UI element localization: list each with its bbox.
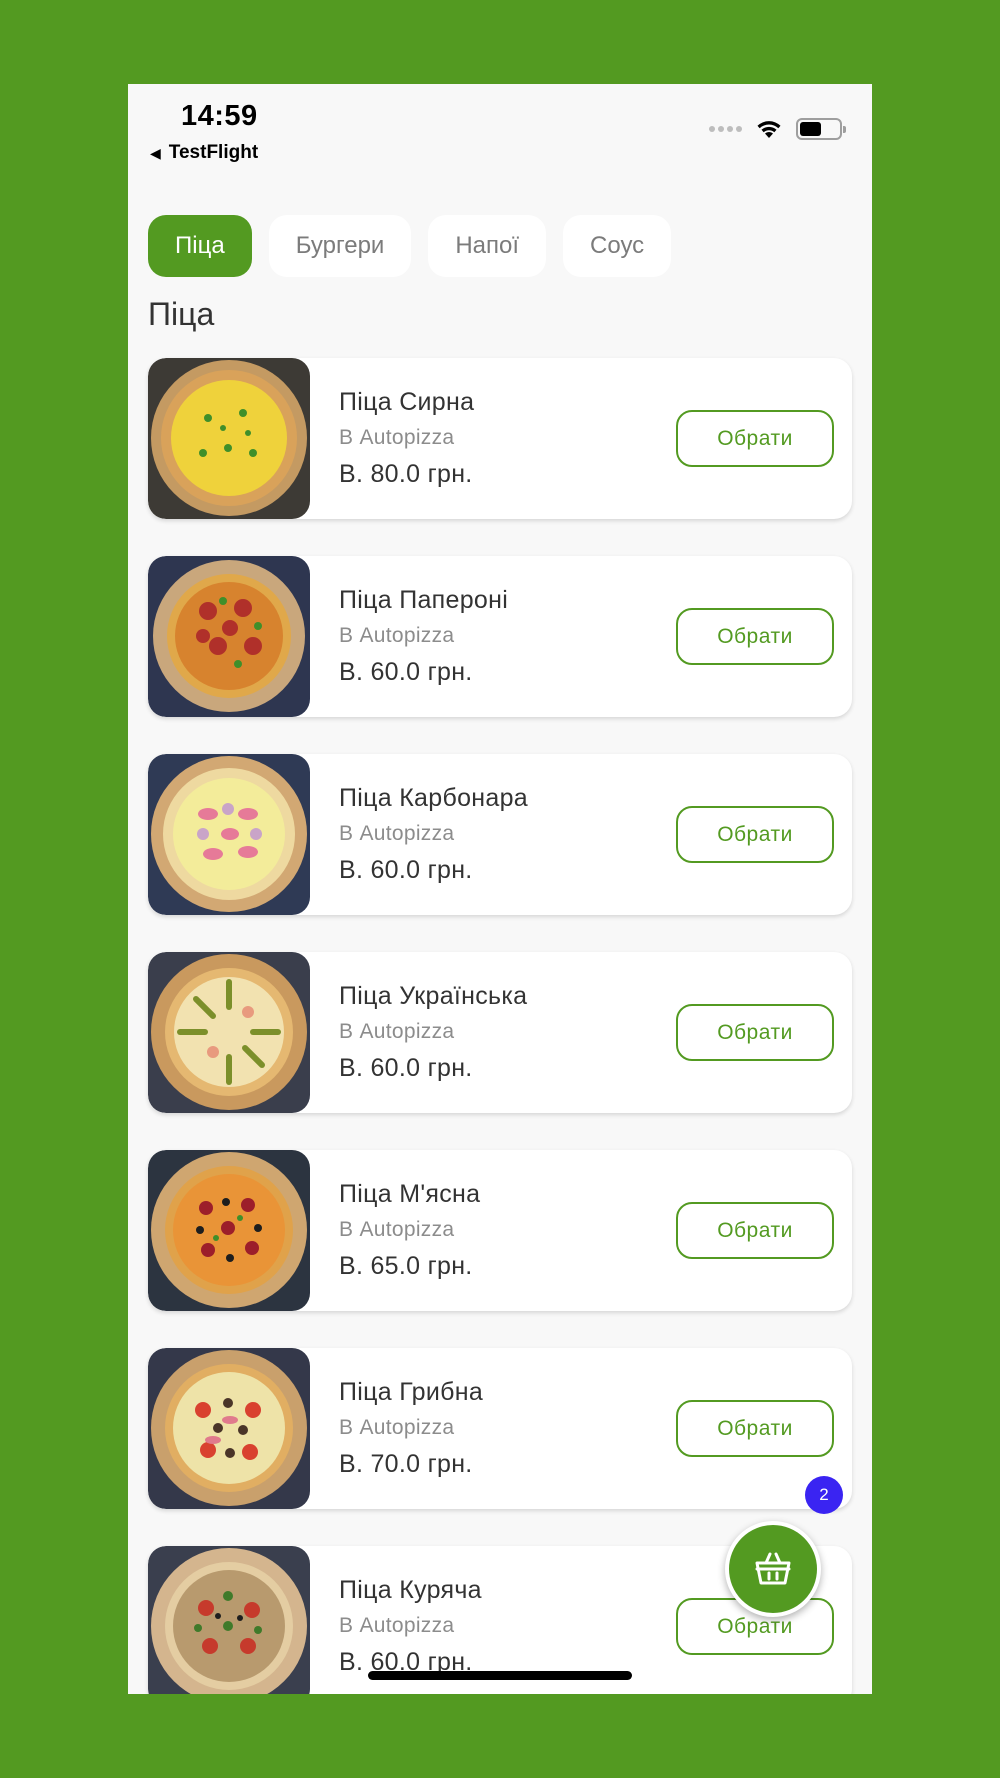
back-arrow-icon: ◀	[150, 144, 161, 161]
product-name: Піца Карбонара	[339, 784, 529, 812]
choose-button[interactable]: Обрати	[676, 410, 834, 467]
product-shop: В Autopizza	[339, 1416, 455, 1439]
product-image	[148, 358, 310, 519]
product-image	[148, 952, 310, 1113]
product-name: Піца Українська	[339, 982, 528, 1010]
product-shop: В Autopizza	[339, 1218, 455, 1241]
category-tabs: Піца Бургери Напої Соус	[148, 215, 672, 277]
cart-button[interactable]	[725, 1521, 821, 1617]
product-name: Піца Куряча	[339, 1576, 482, 1604]
product-name: Піца Сирна	[339, 388, 475, 416]
product-image	[148, 1150, 310, 1311]
basket-icon	[755, 1552, 791, 1585]
tab-drinks[interactable]: Напої	[428, 215, 547, 277]
product-price: В. 60.0 грн.	[339, 856, 473, 884]
choose-button[interactable]: Обрати	[676, 1400, 834, 1457]
tab-burgers[interactable]: Бургери	[268, 215, 412, 277]
product-price: В. 60.0 грн.	[339, 658, 473, 686]
choose-button[interactable]: Обрати	[676, 608, 834, 665]
product-name: Піца М'ясна	[339, 1180, 481, 1208]
cart-count-badge: 2	[805, 1476, 843, 1514]
product-shop: В Autopizza	[339, 1614, 455, 1637]
product-image	[148, 556, 310, 717]
product-image	[148, 1546, 310, 1694]
app-screen: 14:59 ◀ TestFlight Піца Бургери Напої Со…	[128, 84, 872, 1694]
product-card: Піца Папероні В Autopizza В. 60.0 грн. О…	[148, 556, 852, 717]
battery-icon	[796, 118, 846, 140]
product-shop: В Autopizza	[339, 822, 455, 845]
wifi-icon	[757, 121, 781, 138]
tab-sauce[interactable]: Соус	[563, 215, 672, 277]
choose-button[interactable]: Обрати	[676, 806, 834, 863]
product-image	[148, 754, 310, 915]
choose-button[interactable]: Обрати	[676, 1202, 834, 1259]
product-price: В. 70.0 грн.	[339, 1450, 473, 1478]
home-indicator	[368, 1671, 632, 1680]
back-to-testflight[interactable]: ◀ TestFlight	[150, 142, 258, 164]
product-price: В. 80.0 грн.	[339, 460, 473, 488]
cellular-signal-icon	[709, 126, 742, 132]
product-image	[148, 1348, 310, 1509]
product-shop: В Autopizza	[339, 426, 455, 449]
product-name: Піца Папероні	[339, 586, 509, 614]
status-time: 14:59	[181, 100, 258, 132]
product-card: Піца Грибна В Autopizza В. 70.0 грн. Обр…	[148, 1348, 852, 1509]
product-card: Піца Українська В Autopizza В. 60.0 грн.…	[148, 952, 852, 1113]
status-indicators	[709, 118, 846, 140]
tab-pizza[interactable]: Піца	[148, 215, 252, 277]
product-shop: В Autopizza	[339, 1020, 455, 1043]
choose-button[interactable]: Обрати	[676, 1004, 834, 1061]
product-card: Піца М'ясна В Autopizza В. 65.0 грн. Обр…	[148, 1150, 852, 1311]
product-name: Піца Грибна	[339, 1378, 484, 1406]
section-title: Піца	[148, 296, 215, 332]
product-shop: В Autopizza	[339, 624, 455, 647]
back-label: TestFlight	[168, 142, 259, 163]
product-card: Піца Сирна В Autopizza В. 80.0 грн. Обра…	[148, 358, 852, 519]
product-price: В. 65.0 грн.	[339, 1252, 473, 1280]
product-card: Піца Карбонара В Autopizza В. 60.0 грн. …	[148, 754, 852, 915]
product-price: В. 60.0 грн.	[339, 1054, 473, 1082]
